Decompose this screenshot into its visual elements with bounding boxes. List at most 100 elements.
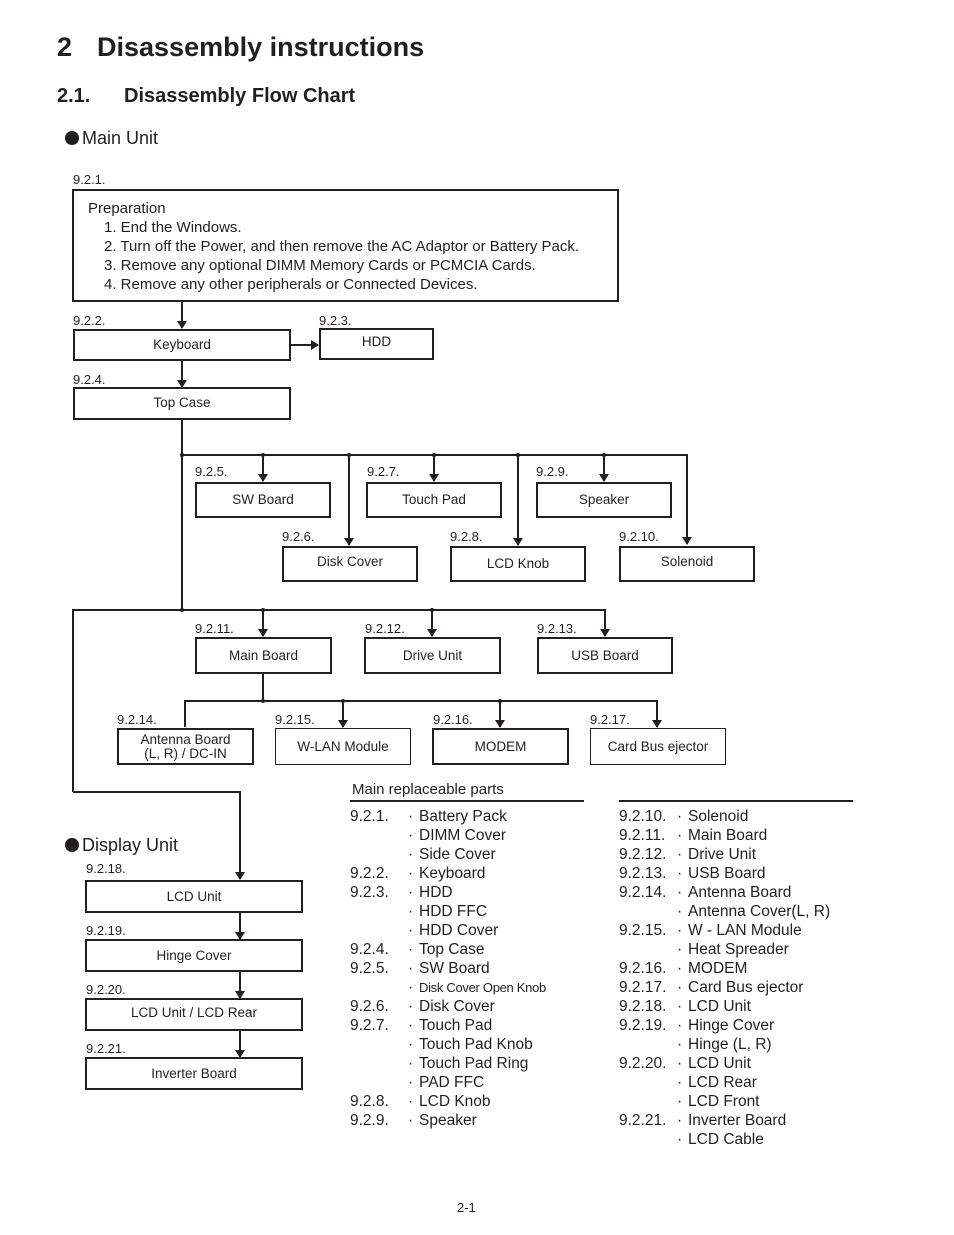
node-usb-board: USB Board: [537, 637, 673, 674]
parts-list-item: 9.2.8. · LCD Knob: [350, 1092, 546, 1111]
part-name: PAD FFC: [419, 1074, 485, 1091]
bullet-icon: ·: [408, 1093, 414, 1110]
junction-dot: [498, 699, 502, 703]
part-name: HDD: [419, 884, 453, 901]
parts-list-item: 9.2.14. · Antenna Board: [619, 883, 830, 902]
preparation-step: 2. Turn off the Power, and then remove t…: [104, 238, 579, 255]
node-solenoid: Solenoid: [619, 546, 755, 582]
bullet-icon: ·: [408, 827, 414, 844]
bullet-icon: ·: [408, 922, 414, 939]
bullet-icon: ·: [677, 827, 683, 844]
junction-dot: [432, 453, 436, 457]
node-drive-unit: Drive Unit: [364, 637, 501, 674]
part-name: Touch Pad: [419, 1017, 493, 1034]
parts-list-item: 9.2.19. · Hinge Cover: [619, 1016, 830, 1035]
bullet-icon: ·: [677, 922, 683, 939]
part-name: Touch Pad Knob: [419, 1036, 533, 1053]
bullet-icon: ·: [408, 979, 414, 996]
part-ref: 9.2.18.: [619, 998, 667, 1015]
parts-list-right: 9.2.10. · Solenoid 9.2.11. · Main Board 9.2.12…: [619, 807, 830, 1149]
bullet-icon: ·: [677, 1017, 683, 1034]
node-ref: 9.2.2.: [73, 313, 106, 328]
part-name: LCD Cable: [688, 1131, 764, 1148]
parts-list-item: · LCD Rear: [619, 1073, 830, 1092]
bullet-icon: ·: [677, 960, 683, 977]
parts-list-item: 9.2.3. · HDD: [350, 883, 546, 902]
node-antenna-board: Antenna Board (L, R) / DC-IN: [117, 728, 254, 765]
node-ref: 9.2.17.: [590, 712, 630, 727]
node-ref: 9.2.11.: [195, 621, 234, 636]
junction-dot: [261, 453, 265, 457]
bullet-icon: ·: [677, 1055, 683, 1072]
parts-list-item: 9.2.5. · SW Board: [350, 959, 546, 978]
part-ref: 9.2.19.: [619, 1017, 667, 1034]
part-ref: 9.2.1.: [350, 808, 389, 825]
node-ref: 9.2.8.: [450, 529, 483, 544]
parts-list-item: · Heat Spreader: [619, 940, 830, 959]
bullet-icon: ·: [408, 865, 414, 882]
node-ref: 9.2.1.: [73, 172, 106, 187]
node-modem: MODEM: [432, 728, 569, 765]
node-ref: 9.2.15.: [275, 712, 315, 727]
parts-list-item: 9.2.20. · LCD Unit: [619, 1054, 830, 1073]
parts-list-item: 9.2.16. · MODEM: [619, 959, 830, 978]
part-name: Speaker: [419, 1112, 477, 1129]
part-name: Side Cover: [419, 846, 496, 863]
part-ref: 9.2.6.: [350, 998, 389, 1015]
node-ref: 9.2.16.: [433, 712, 473, 727]
bullet-icon: ·: [677, 979, 683, 996]
node-ref: 9.2.13.: [537, 621, 577, 636]
junction-dot: [180, 453, 184, 457]
part-ref: 9.2.21.: [619, 1112, 667, 1129]
node-wlan-module: W-LAN Module: [275, 728, 411, 765]
bullet-icon: ·: [408, 960, 414, 977]
node-ref: 9.2.10.: [619, 529, 659, 544]
part-name: Antenna Cover(L, R): [688, 903, 831, 920]
node-lcd-unit-rear: LCD Unit / LCD Rear: [85, 998, 303, 1031]
part-ref: 9.2.12.: [619, 846, 667, 863]
bullet-icon: ·: [408, 941, 414, 958]
branch-mainboard-parts: [184, 700, 662, 728]
bullet-icon: ·: [677, 1112, 683, 1129]
node-card-bus-ejector: Card Bus ejector: [590, 728, 726, 765]
parts-list-item: 9.2.12. · Drive Unit: [619, 845, 830, 864]
part-name: Touch Pad Ring: [419, 1055, 529, 1072]
junction-dot: [180, 608, 184, 612]
parts-heading: Main replaceable parts: [352, 781, 504, 798]
node-ref: 9.2.9.: [536, 464, 569, 479]
part-name: LCD Unit: [688, 998, 751, 1015]
preparation-step: 1. End the Windows.: [104, 219, 242, 236]
part-ref: 9.2.15.: [619, 922, 667, 939]
parts-list-item: · HDD Cover: [350, 921, 546, 940]
parts-list-item: · HDD FFC: [350, 902, 546, 921]
bullet-icon: ·: [408, 808, 414, 825]
part-ref: 9.2.3.: [350, 884, 389, 901]
part-name: Hinge (L, R): [688, 1036, 772, 1053]
part-name: Antenna Board: [688, 884, 792, 901]
parts-list-item: 9.2.1. · Battery Pack: [350, 807, 546, 826]
node-antenna-board-line2: (L, R) / DC-IN: [144, 745, 227, 761]
parts-rule-right: [619, 800, 853, 802]
node-speaker: Speaker: [536, 482, 672, 518]
bullet-icon: ·: [677, 1036, 683, 1053]
junction-dot: [516, 453, 520, 457]
parts-list-item: · Antenna Cover(L, R): [619, 902, 830, 921]
part-name: Hinge Cover: [688, 1017, 775, 1034]
bullet-icon: ·: [677, 998, 683, 1015]
node-main-board: Main Board: [195, 637, 332, 674]
bullet-icon: ·: [408, 903, 414, 920]
node-ref: 9.2.6.: [282, 529, 315, 544]
junction-dot: [341, 699, 345, 703]
part-name: Battery Pack: [419, 808, 507, 825]
bullet-icon: ·: [408, 1017, 414, 1034]
part-name: Top Case: [419, 941, 485, 958]
part-ref: 9.2.16.: [619, 960, 667, 977]
part-name: Solenoid: [688, 808, 749, 825]
parts-list-item: · DIMM Cover: [350, 826, 546, 845]
node-ref: 9.2.14.: [117, 712, 157, 727]
parts-list-item: 9.2.15. · W - LAN Module: [619, 921, 830, 940]
node-inverter-board: Inverter Board: [85, 1057, 303, 1090]
parts-list-item: · LCD Front: [619, 1092, 830, 1111]
parts-list-item: 9.2.7. · Touch Pad: [350, 1016, 546, 1035]
bullet-icon: ·: [677, 1074, 683, 1091]
